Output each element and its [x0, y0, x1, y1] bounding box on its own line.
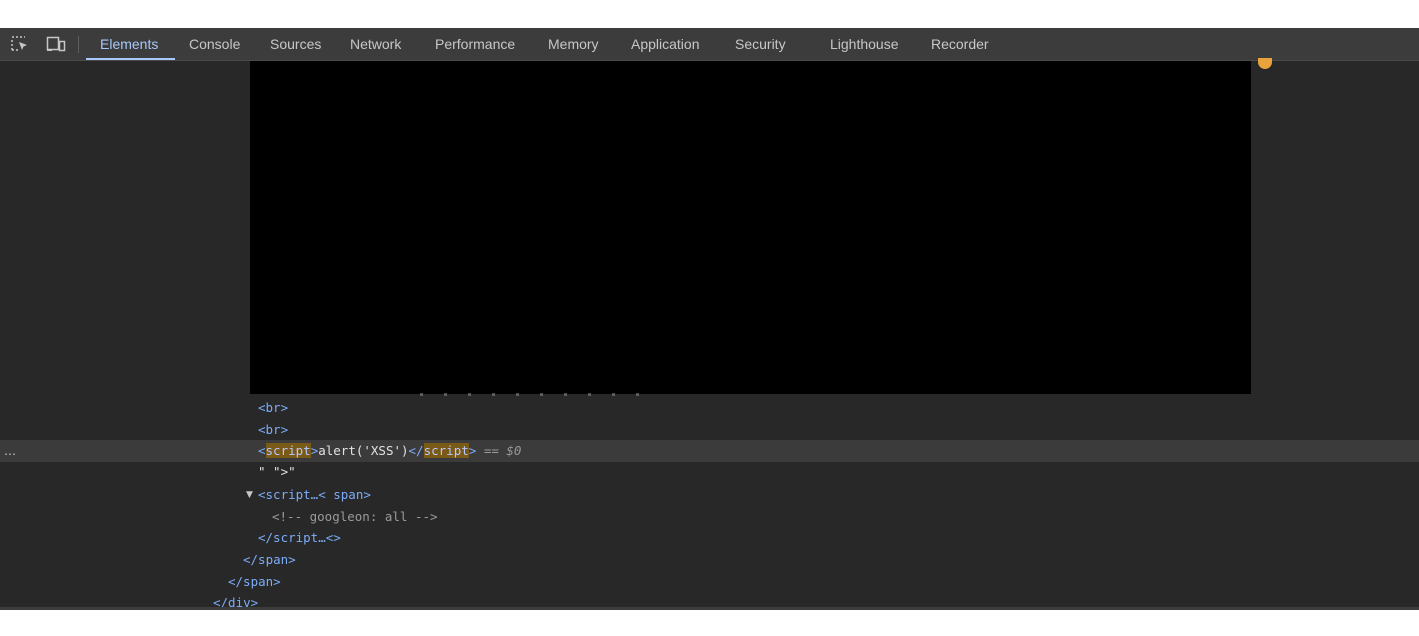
dom-node-span-close[interactable]: </span>: [0, 549, 1419, 571]
span-close-tag: </span>: [228, 574, 281, 589]
tab-recorder[interactable]: Recorder: [931, 28, 989, 60]
tag-bracket: >: [468, 443, 477, 458]
equals-marker: ==: [483, 443, 499, 458]
tab-security[interactable]: Security: [735, 28, 786, 60]
script-close-tag-name: script: [423, 443, 469, 458]
tab-application[interactable]: Application: [631, 28, 700, 60]
page-top-area: [0, 0, 1419, 28]
tab-network[interactable]: Network: [350, 28, 401, 60]
inspect-element-icon[interactable]: [10, 35, 30, 53]
tab-elements[interactable]: Elements: [100, 28, 158, 60]
dom-node-script-span[interactable]: ▼ <script…< span>: [0, 484, 1419, 506]
span-close-tag: </span>: [243, 552, 296, 567]
text-node-value: " ">": [258, 464, 296, 479]
expand-triangle-icon[interactable]: ▼: [246, 484, 253, 506]
script-span-tag: <script…< span>: [258, 487, 371, 502]
tab-console[interactable]: Console: [189, 28, 240, 60]
devtools-toolbar: Elements Console Sources Network Perform…: [0, 28, 1419, 61]
div-close-tag: </div>: [213, 595, 259, 610]
dom-node-br[interactable]: <br>: [0, 397, 1419, 419]
script-close-tag: </script…<>: [258, 530, 341, 545]
tab-sources[interactable]: Sources: [270, 28, 321, 60]
script-tag-name: script: [265, 443, 311, 458]
tab-performance[interactable]: Performance: [435, 28, 515, 60]
dom-node-br[interactable]: <br>: [0, 419, 1419, 441]
tab-lighthouse[interactable]: Lighthouse: [830, 28, 899, 60]
dom-node-div-close[interactable]: </div>: [0, 592, 1419, 614]
tag-bracket: <: [258, 443, 266, 458]
toolbar-separator: [78, 36, 79, 53]
dom-text-node[interactable]: " ">": [0, 461, 1419, 483]
more-options-icon[interactable]: …: [4, 440, 16, 462]
partially-hidden-line: [420, 393, 660, 396]
device-toolbar-icon[interactable]: [46, 35, 66, 53]
dom-node-script-close[interactable]: </script…<>: [0, 527, 1419, 549]
redacted-area: [250, 61, 1251, 394]
tag-bracket: </: [408, 443, 424, 458]
dom-node-selected-script[interactable]: … <script>alert('XSS')</script> == $0: [0, 440, 1419, 462]
console-reference: $0: [506, 443, 522, 458]
script-text: alert('XSS'): [318, 443, 409, 458]
br-tag: <br>: [258, 400, 289, 415]
active-tab-indicator: [86, 58, 175, 60]
script-node-content: <script>alert('XSS')</script> == $0: [258, 440, 521, 462]
dom-comment-node[interactable]: <!-- googleon: all -->: [0, 506, 1419, 528]
comment-text: <!-- googleon: all -->: [272, 509, 438, 524]
br-tag: <br>: [258, 422, 289, 437]
dom-node-span-close[interactable]: </span>: [0, 571, 1419, 593]
tab-memory[interactable]: Memory: [548, 28, 599, 60]
